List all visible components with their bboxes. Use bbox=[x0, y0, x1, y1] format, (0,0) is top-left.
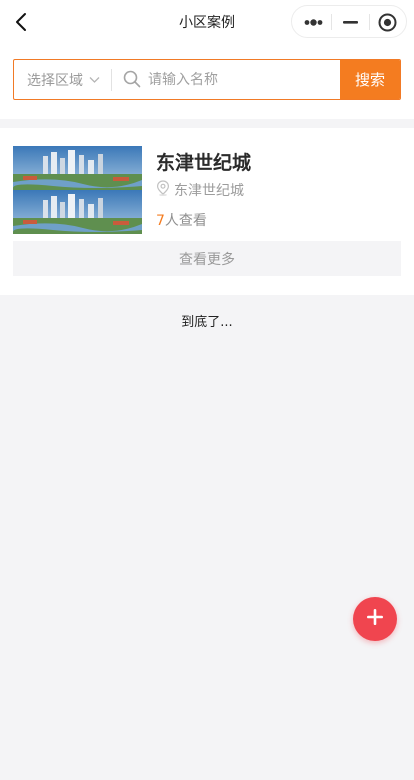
view-count-suffix: 人查看 bbox=[164, 213, 207, 229]
community-thumbnail bbox=[13, 146, 142, 234]
end-of-list-text: 到底了... bbox=[181, 315, 233, 330]
region-select[interactable]: 选择区域 bbox=[14, 60, 111, 99]
region-select-label: 选择区域 bbox=[27, 72, 83, 89]
search-divider bbox=[111, 69, 112, 91]
plus-icon bbox=[365, 607, 385, 631]
section-gap bbox=[0, 119, 414, 128]
more-dots-icon[interactable] bbox=[294, 6, 332, 39]
search-bar: 选择区域 搜索 bbox=[13, 59, 401, 100]
search-area: 选择区域 搜索 bbox=[0, 44, 414, 119]
community-location: 东津世纪城 bbox=[156, 180, 244, 200]
view-count-number: 7 bbox=[156, 213, 165, 229]
mini-program-capsule bbox=[291, 5, 407, 38]
view-count: 7人查看 bbox=[156, 210, 207, 230]
community-title: 东津世纪城 bbox=[156, 152, 252, 174]
location-pin-icon bbox=[156, 180, 174, 200]
search-icon bbox=[123, 70, 141, 92]
target-circle-icon[interactable] bbox=[370, 6, 408, 39]
navbar: 小区案例 bbox=[0, 0, 414, 44]
minus-icon[interactable] bbox=[332, 6, 370, 39]
list-item[interactable]: 东津世纪城 东津世纪城 7人查看 查看更多 bbox=[0, 128, 414, 295]
search-button[interactable]: 搜索 bbox=[340, 60, 400, 99]
add-button[interactable] bbox=[353, 597, 397, 641]
search-input[interactable] bbox=[148, 60, 340, 99]
chevron-down-icon bbox=[89, 72, 100, 88]
view-more-button[interactable]: 查看更多 bbox=[13, 241, 401, 276]
location-text: 东津世纪城 bbox=[174, 183, 244, 199]
